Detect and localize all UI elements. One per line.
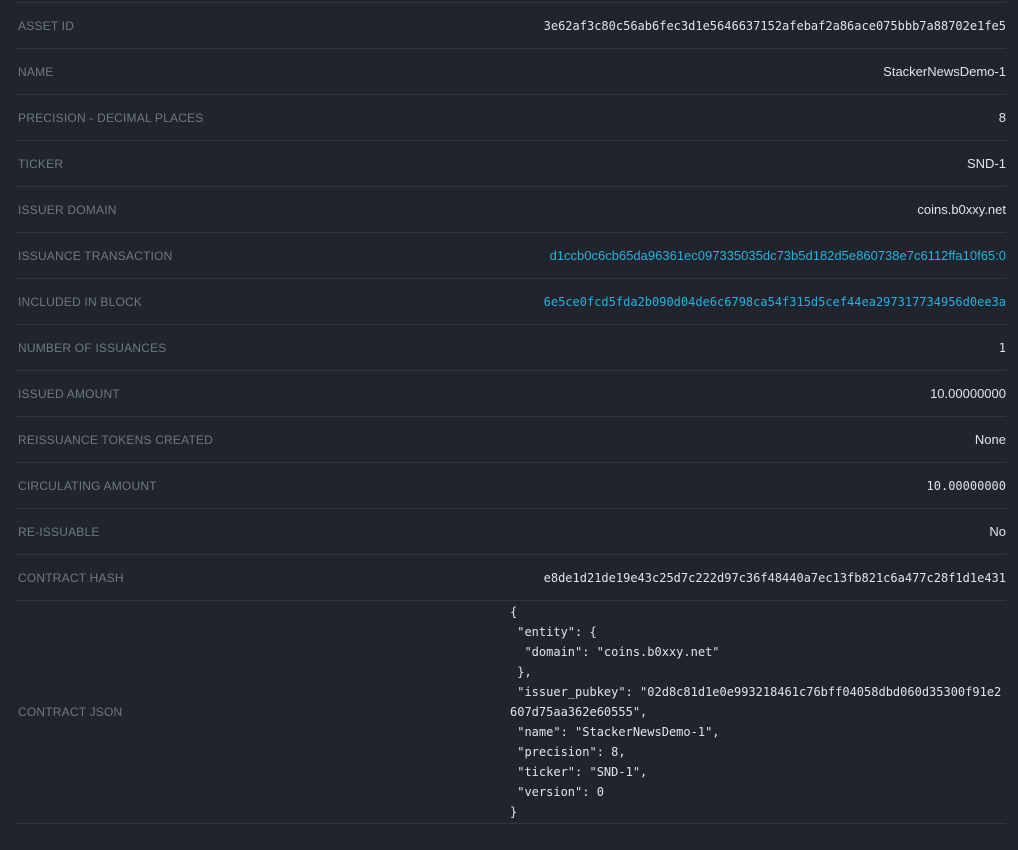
detail-row-asset-id: ASSET ID 3e62af3c80c56ab6fec3d1e56466371… — [16, 3, 1006, 49]
number-of-issuances-label: NUMBER OF ISSUANCES — [18, 341, 167, 355]
contract-hash-label: CONTRACT HASH — [18, 571, 124, 585]
detail-row-reissuable: RE-ISSUABLE No — [16, 509, 1006, 555]
detail-row-name: NAME StackerNewsDemo-1 — [16, 49, 1006, 95]
detail-row-reissuance-tokens: REISSUANCE TOKENS CREATED None — [16, 417, 1006, 463]
contract-hash-value: e8de1d21de19e43c25d7c222d97c36f48440a7ec… — [510, 571, 1006, 585]
issuance-transaction-link[interactable]: d1ccb0c6cb65da96361ec097335035dc73b5d182… — [510, 248, 1006, 263]
reissuance-tokens-label: REISSUANCE TOKENS CREATED — [18, 433, 213, 447]
included-in-block-label: INCLUDED IN BLOCK — [18, 295, 142, 309]
detail-row-ticker: TICKER SND-1 — [16, 141, 1006, 187]
contract-json-value: { "entity": { "domain": "coins.b0xxy.net… — [510, 601, 1006, 823]
detail-row-circulating-amount: CIRCULATING AMOUNT 10.00000000 — [16, 463, 1006, 509]
contract-json-label: CONTRACT JSON — [18, 705, 122, 719]
precision-value: 8 — [510, 110, 1006, 125]
circulating-amount-label: CIRCULATING AMOUNT — [18, 479, 157, 493]
ticker-label: TICKER — [18, 157, 63, 171]
reissuable-label: RE-ISSUABLE — [18, 525, 100, 539]
issued-amount-value: 10.00000000 — [510, 386, 1006, 401]
detail-row-precision: PRECISION - DECIMAL PLACES 8 — [16, 95, 1006, 141]
issued-amount-label: ISSUED AMOUNT — [18, 387, 120, 401]
detail-row-included-in-block: INCLUDED IN BLOCK 6e5ce0fcd5fda2b090d04d… — [16, 279, 1006, 325]
asset-details-table: ASSET ID 3e62af3c80c56ab6fec3d1e56466371… — [16, 2, 1006, 824]
reissuance-tokens-value: None — [510, 432, 1006, 447]
detail-row-issuance-transaction: ISSUANCE TRANSACTION d1ccb0c6cb65da96361… — [16, 233, 1006, 279]
detail-row-issued-amount: ISSUED AMOUNT 10.00000000 — [16, 371, 1006, 417]
detail-row-number-of-issuances: NUMBER OF ISSUANCES 1 — [16, 325, 1006, 371]
detail-row-contract-hash: CONTRACT HASH e8de1d21de19e43c25d7c222d9… — [16, 555, 1006, 601]
issuer-domain-value: coins.b0xxy.net — [510, 202, 1006, 217]
ticker-value: SND-1 — [510, 156, 1006, 171]
name-value: StackerNewsDemo-1 — [510, 64, 1006, 79]
circulating-amount-value: 10.00000000 — [510, 479, 1006, 493]
asset-id-value: 3e62af3c80c56ab6fec3d1e5646637152afebaf2… — [510, 19, 1006, 33]
asset-id-label: ASSET ID — [18, 19, 74, 33]
number-of-issuances-value: 1 — [510, 341, 1006, 355]
included-in-block-link[interactable]: 6e5ce0fcd5fda2b090d04de6c6798ca54f315d5c… — [510, 295, 1006, 309]
reissuable-value: No — [510, 524, 1006, 539]
name-label: NAME — [18, 65, 53, 79]
detail-row-contract-json: CONTRACT JSON { "entity": { "domain": "c… — [16, 601, 1006, 824]
issuer-domain-label: ISSUER DOMAIN — [18, 203, 117, 217]
issuance-transaction-label: ISSUANCE TRANSACTION — [18, 249, 172, 263]
detail-row-issuer-domain: ISSUER DOMAIN coins.b0xxy.net — [16, 187, 1006, 233]
precision-label: PRECISION - DECIMAL PLACES — [18, 111, 203, 125]
